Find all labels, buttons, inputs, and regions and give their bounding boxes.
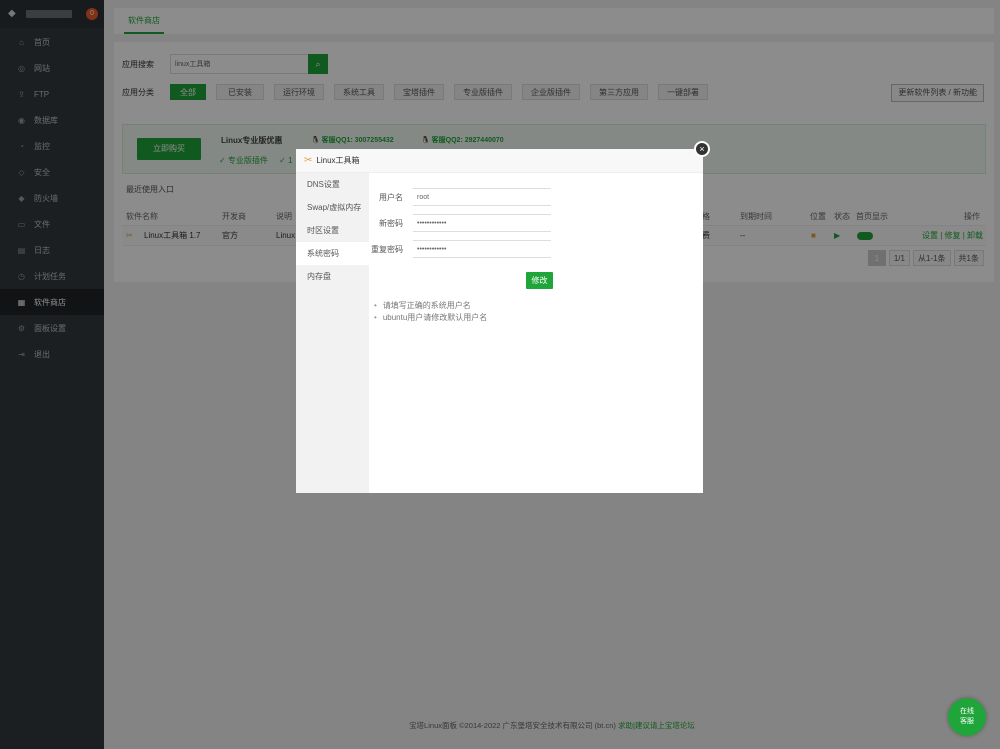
dialog-sidebar: DNS设置 Swap/虚拟内存 时区设置 系统密码 内存盘 xyxy=(296,173,369,493)
dialog-title: Linux工具箱 xyxy=(316,156,360,165)
new-password-row: 新密码 xyxy=(369,214,551,232)
toolbox-icon: ✂ xyxy=(304,155,313,166)
dialog-header: ✂ Linux工具箱 xyxy=(296,149,703,173)
dialog-tab-0[interactable]: DNS设置 xyxy=(296,173,369,196)
linux-toolbox-dialog: ✂ Linux工具箱 × DNS设置 Swap/虚拟内存 时区设置 系统密码 内存盘 用… xyxy=(296,141,710,493)
tip-item: 请填写正确的系统用户名 xyxy=(374,300,487,312)
tips-list: 请填写正确的系统用户名 ubuntu用户请修改默认用户名 xyxy=(374,300,487,324)
username-row: 用户名 xyxy=(369,188,551,206)
online-support-button[interactable]: 在线 客服 xyxy=(948,698,986,736)
repeat-password-label: 重复密码 xyxy=(371,244,403,254)
dialog-tab-1[interactable]: Swap/虚拟内存 xyxy=(296,196,369,219)
dialog-tab-4[interactable]: 内存盘 xyxy=(296,265,369,288)
tip-item: ubuntu用户请修改默认用户名 xyxy=(374,312,487,324)
new-password-field[interactable] xyxy=(413,214,551,232)
dialog-tab-2[interactable]: 时区设置 xyxy=(296,219,369,242)
close-icon[interactable]: × xyxy=(694,141,710,157)
modify-button[interactable]: 修改 xyxy=(526,272,553,289)
username-label: 用户名 xyxy=(379,192,403,202)
support-label: 在线 客服 xyxy=(960,708,974,725)
new-password-label: 新密码 xyxy=(379,218,403,228)
dialog-tab-3[interactable]: 系统密码 xyxy=(296,242,369,265)
repeat-password-field[interactable] xyxy=(413,240,551,258)
username-field[interactable] xyxy=(413,188,551,206)
dialog-body: 用户名 新密码 重复密码 修改 请填写正确的系统用户名 ubuntu用户请修改默… xyxy=(369,173,703,493)
repeat-password-row: 重复密码 xyxy=(369,240,551,258)
